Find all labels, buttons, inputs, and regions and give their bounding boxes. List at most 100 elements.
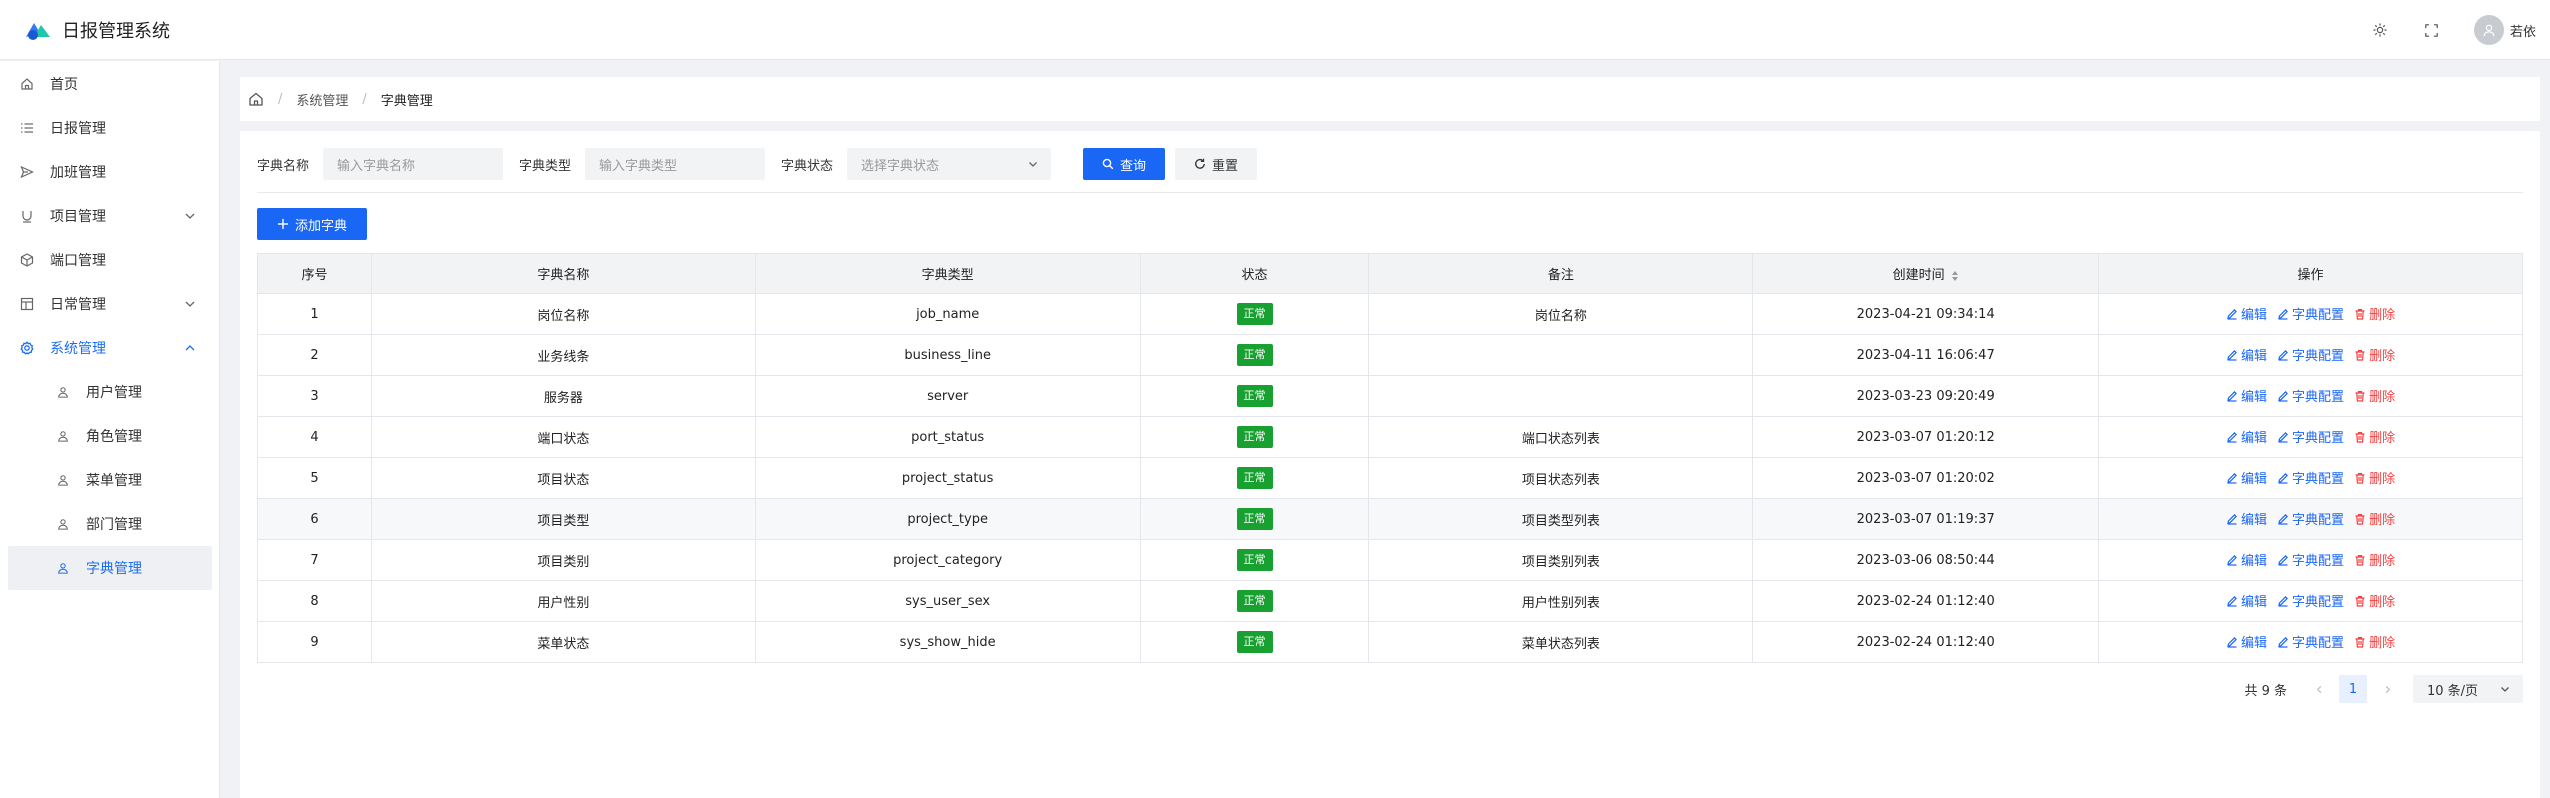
- delete-label: 删除: [2369, 636, 2396, 652]
- edit-icon: [2226, 349, 2241, 361]
- delete-button[interactable]: 删除: [2354, 427, 2395, 446]
- reset-button[interactable]: 重置: [1175, 148, 1258, 180]
- next-page-icon[interactable]: [2373, 675, 2401, 703]
- edit-button[interactable]: 编辑: [2226, 468, 2267, 487]
- edit-icon: [2226, 554, 2241, 566]
- delete-button[interactable]: 删除: [2354, 468, 2395, 487]
- cell-remark: 项目状态列表: [1368, 457, 1754, 499]
- edit-button[interactable]: 编辑: [2226, 304, 2267, 323]
- sidebar-subitem-departments[interactable]: 部门管理: [0, 502, 219, 546]
- delete-button[interactable]: 删除: [2354, 632, 2395, 651]
- page-size-select[interactable]: 10 条/页: [2413, 675, 2523, 703]
- dict-config-button[interactable]: 字典配置: [2277, 427, 2344, 446]
- dict-config-button[interactable]: 字典配置: [2277, 386, 2344, 405]
- sidebar-subitem-roles[interactable]: 角色管理: [0, 414, 219, 458]
- add-dictionary-button[interactable]: 添加字典: [257, 208, 367, 240]
- sidebar-item-port[interactable]: 端口管理: [0, 238, 219, 282]
- sidebar-subitem-users[interactable]: 用户管理: [0, 370, 219, 414]
- delete-button[interactable]: 删除: [2354, 509, 2395, 528]
- dict-config-button[interactable]: 字典配置: [2277, 509, 2344, 528]
- cell-ops: 编辑 字典配置 删除: [2098, 498, 2523, 540]
- table-row: 7 项目类别 project_category 正常 项目类别列表 2023-03-06 …: [257, 539, 2523, 581]
- sidebar-item-home[interactable]: 首页: [0, 62, 219, 106]
- edit-button[interactable]: 编辑: [2226, 550, 2267, 569]
- page-number[interactable]: 1: [2339, 675, 2367, 703]
- dict-config-label: 字典配置: [2292, 513, 2345, 529]
- edit-button[interactable]: 编辑: [2226, 345, 2267, 364]
- logo-icon: [26, 22, 50, 40]
- breadcrumb-item-system[interactable]: 系统管理: [296, 90, 348, 109]
- cell-name: 岗位名称: [371, 293, 756, 335]
- sidebar-item-label: 日报管理: [50, 121, 106, 137]
- cell-ops: 编辑 字典配置 删除: [2098, 580, 2523, 622]
- table-row: 9 菜单状态 sys_show_hide 正常 菜单状态列表 2023-02-24 01:…: [257, 621, 2523, 663]
- header-created[interactable]: 创建时间: [1752, 253, 2100, 294]
- username[interactable]: 若依: [2510, 21, 2536, 40]
- edit-button[interactable]: 编辑: [2226, 386, 2267, 405]
- edit-icon: [2277, 349, 2292, 361]
- prev-page-icon[interactable]: [2305, 675, 2333, 703]
- cell-ops: 编辑 字典配置 删除: [2098, 539, 2523, 581]
- trash-icon: [2354, 308, 2369, 320]
- cell-name: 菜单状态: [371, 621, 756, 663]
- home-icon: [20, 77, 34, 91]
- theme-toggle-icon[interactable]: [2370, 20, 2390, 40]
- sort-icon[interactable]: [1951, 270, 1959, 282]
- edit-button[interactable]: 编辑: [2226, 427, 2267, 446]
- dict-status-select[interactable]: 选择字典状态: [847, 148, 1052, 180]
- delete-label: 删除: [2369, 431, 2396, 447]
- sidebar-item-label: 菜单管理: [86, 473, 142, 489]
- dict-status-placeholder: 选择字典状态: [861, 158, 940, 174]
- edit-button[interactable]: 编辑: [2226, 632, 2267, 651]
- cell-name: 用户性别: [371, 580, 756, 622]
- edit-button[interactable]: 编辑: [2226, 591, 2267, 610]
- dict-config-label: 字典配置: [2292, 554, 2345, 570]
- edit-label: 编辑: [2241, 349, 2268, 365]
- cube-icon: [20, 253, 34, 267]
- cell-index: 5: [257, 457, 372, 499]
- dict-config-button[interactable]: 字典配置: [2277, 632, 2344, 651]
- delete-button[interactable]: 删除: [2354, 345, 2395, 364]
- edit-label: 编辑: [2241, 636, 2268, 652]
- trash-icon: [2354, 554, 2369, 566]
- sidebar-item-daily-report[interactable]: 日报管理: [0, 106, 219, 150]
- sidebar-subitem-dictionary[interactable]: 字典管理: [8, 546, 212, 590]
- app-logo[interactable]: 日报管理系统: [24, 17, 170, 43]
- sidebar-item-overtime[interactable]: 加班管理: [0, 150, 219, 194]
- cell-ops: 编辑 字典配置 删除: [2098, 621, 2523, 663]
- delete-label: 删除: [2369, 472, 2396, 488]
- dict-type-label: 字典类型: [519, 158, 572, 174]
- delete-button[interactable]: 删除: [2354, 550, 2395, 569]
- dict-name-input[interactable]: 输入字典名称: [323, 148, 504, 180]
- delete-button[interactable]: 删除: [2354, 304, 2395, 323]
- cell-index: 9: [257, 621, 372, 663]
- search-button[interactable]: 查询: [1083, 148, 1166, 180]
- gear-icon: [20, 341, 34, 355]
- dict-config-button[interactable]: 字典配置: [2277, 468, 2344, 487]
- home-icon[interactable]: [248, 91, 264, 107]
- table-row: 1 岗位名称 job_name 正常 岗位名称 2023-04-21 09:34:14 编辑…: [257, 293, 2523, 335]
- cell-remark: [1368, 375, 1754, 417]
- status-badge: 正常: [1236, 549, 1273, 571]
- sidebar-item-project[interactable]: 项目管理: [0, 194, 219, 238]
- search-button-label: 查询: [1120, 158, 1147, 174]
- dict-config-button[interactable]: 字典配置: [2277, 304, 2344, 323]
- sidebar-subitem-menus[interactable]: 菜单管理: [0, 458, 219, 502]
- fullscreen-icon[interactable]: [2422, 20, 2442, 40]
- avatar[interactable]: [2473, 15, 2504, 45]
- status-badge: 正常: [1236, 426, 1273, 448]
- cell-ops: 编辑 字典配置 删除: [2098, 416, 2523, 458]
- sidebar-item-system[interactable]: 系统管理: [0, 326, 219, 370]
- edit-button[interactable]: 编辑: [2226, 509, 2267, 528]
- plus-icon: [277, 219, 288, 229]
- dict-config-button[interactable]: 字典配置: [2277, 345, 2344, 364]
- sidebar-item-daily[interactable]: 日常管理: [0, 282, 219, 326]
- dict-type-input[interactable]: 输入字典类型: [585, 148, 766, 180]
- delete-button[interactable]: 删除: [2354, 591, 2395, 610]
- table-row: 8 用户性别 sys_user_sex 正常 用户性别列表 2023-02-24 01:1…: [257, 580, 2523, 622]
- cell-index: 6: [257, 498, 372, 540]
- delete-button[interactable]: 删除: [2354, 386, 2395, 405]
- table-row: 2 业务线条 business_line 正常 2023-04-11 16:06:47 编…: [257, 334, 2523, 376]
- dict-config-button[interactable]: 字典配置: [2277, 591, 2344, 610]
- dict-config-button[interactable]: 字典配置: [2277, 550, 2344, 569]
